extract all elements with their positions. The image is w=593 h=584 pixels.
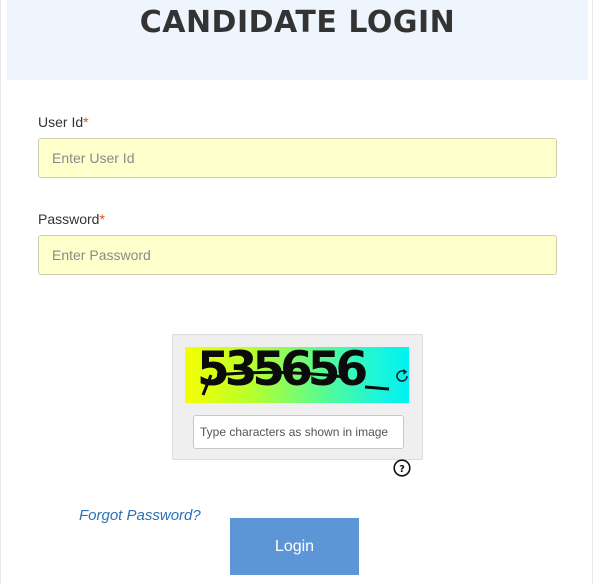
captcha-noise-lines xyxy=(201,370,390,396)
login-panel: CANDIDATE LOGIN User Id* Password* 53565… xyxy=(0,0,593,584)
page-title: CANDIDATE LOGIN xyxy=(139,5,456,40)
svg-text:?: ? xyxy=(399,464,405,475)
password-label-text: Password xyxy=(38,211,100,227)
forgot-password-link[interactable]: Forgot Password? xyxy=(79,507,201,524)
captcha-input[interactable] xyxy=(193,415,404,449)
login-button[interactable]: Login xyxy=(230,518,359,575)
captcha-container: 535656 xyxy=(172,334,423,460)
header-bar: CANDIDATE LOGIN xyxy=(7,0,588,80)
refresh-icon[interactable] xyxy=(394,368,410,384)
captcha-image: 535656 xyxy=(185,347,409,403)
question-circle-icon[interactable]: ? xyxy=(393,459,411,477)
user-id-label: User Id* xyxy=(38,114,89,130)
required-mark: * xyxy=(99,211,105,227)
user-id-input[interactable] xyxy=(38,138,557,178)
password-label: Password* xyxy=(38,211,105,227)
user-id-label-text: User Id xyxy=(38,114,84,130)
required-mark: * xyxy=(83,114,89,130)
password-input[interactable] xyxy=(38,235,557,275)
